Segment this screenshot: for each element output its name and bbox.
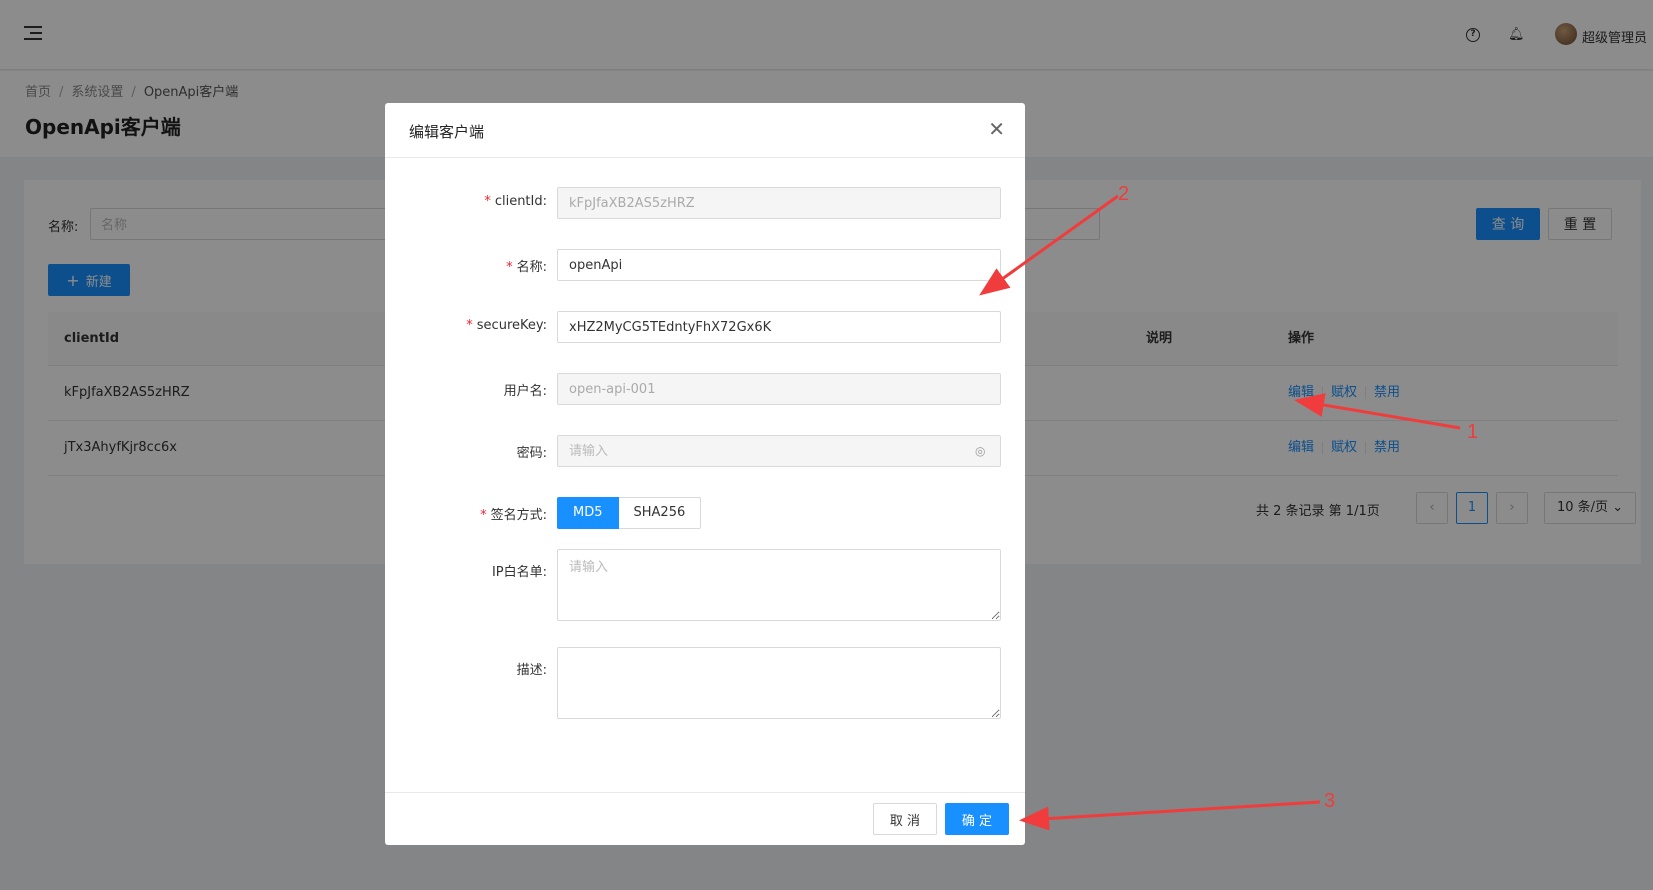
name-label-text: 名称: [516, 260, 547, 275]
edit-client-modal: 编辑客户端 ✕ *clientId: *名称: *secureKey: 用户名:… [385, 103, 1025, 845]
secure-key-label-text: secureKey: [476, 318, 547, 333]
modal-footer: 取 消 确 定 [385, 792, 1025, 845]
form-row-ip-whitelist: IP白名单: [385, 549, 1025, 621]
username-label: 用户名: [503, 384, 547, 399]
client-id-input [557, 187, 1001, 219]
sign-method-md5[interactable]: MD5 [557, 497, 619, 529]
form-row-password: 密码: ◎ [385, 435, 1025, 467]
form-row-username: 用户名: [385, 373, 1025, 405]
form-row-description: 描述: [385, 647, 1025, 719]
sign-method-label: * 签名方式: [480, 508, 547, 523]
description-textarea[interactable] [557, 647, 1001, 719]
sign-method-label-text: 签名方式: [490, 508, 547, 523]
password-input[interactable] [557, 435, 1001, 467]
description-label: 描述: [516, 663, 547, 678]
form-row-secure-key: * secureKey: [385, 311, 1025, 343]
form-row-name: * 名称: [385, 249, 1025, 281]
modal-header: 编辑客户端 ✕ [385, 103, 1025, 158]
eye-invisible-icon[interactable]: ◎ [975, 444, 989, 458]
client-id-label: * clientId: [484, 194, 547, 209]
password-label: 密码: [516, 446, 547, 461]
form-row-sign-method: * 签名方式: MD5 SHA256 [385, 497, 1025, 529]
sign-method-radio-group: MD5 SHA256 [557, 497, 702, 529]
sign-method-sha256[interactable]: SHA256 [618, 497, 702, 529]
modal-title: 编辑客户端 [409, 123, 485, 141]
name-input[interactable] [557, 249, 1001, 281]
annotation-number-1: 1 [1467, 421, 1479, 443]
ip-whitelist-textarea[interactable] [557, 549, 1001, 621]
name-label: * 名称: [506, 260, 547, 275]
ok-button[interactable]: 确 定 [945, 803, 1009, 835]
ip-whitelist-label: IP白名单: [491, 565, 547, 580]
annotation-number-2: 2 [1118, 183, 1130, 205]
client-id-label-text: clientId: [494, 194, 547, 209]
secure-key-label: * secureKey: [466, 318, 547, 333]
secure-key-input[interactable] [557, 311, 1001, 343]
close-icon[interactable]: ✕ [988, 117, 1005, 141]
username-input [557, 373, 1001, 405]
cancel-button[interactable]: 取 消 [873, 803, 937, 835]
form-row-client-id: * clientId: [385, 187, 1025, 219]
annotation-number-3: 3 [1324, 790, 1336, 812]
